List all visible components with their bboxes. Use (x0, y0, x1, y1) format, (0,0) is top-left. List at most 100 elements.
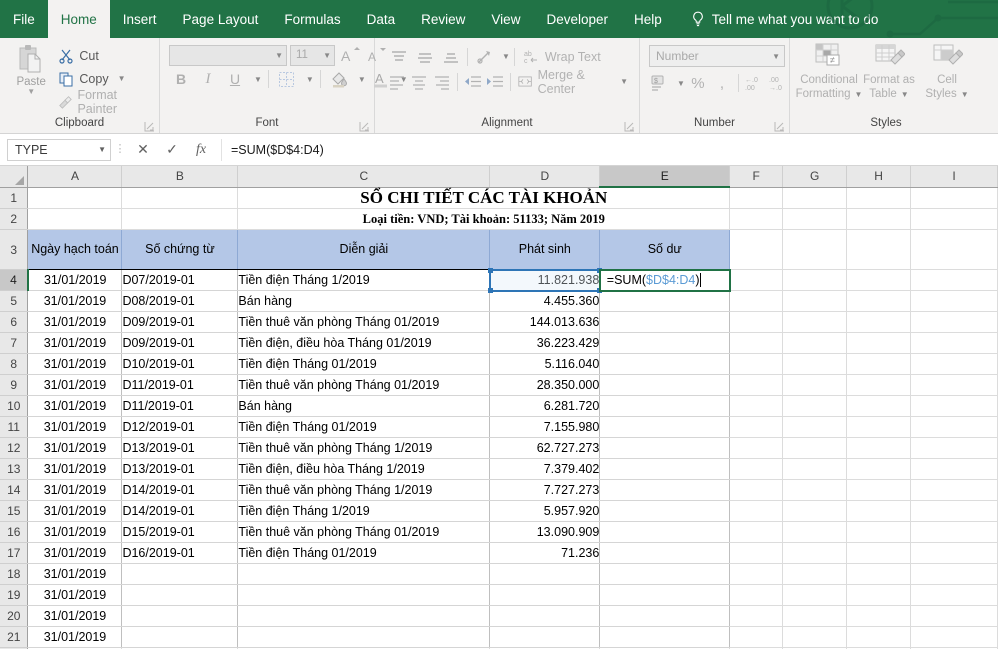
cell-B2[interactable] (122, 209, 238, 230)
cell-E9[interactable] (600, 375, 730, 396)
cell-C11[interactable]: Tiền điện Tháng 01/2019 (238, 417, 490, 438)
cell-D14[interactable]: 7.727.273 (490, 480, 600, 501)
cell-H15[interactable] (847, 501, 911, 522)
cell-H6[interactable] (847, 312, 911, 333)
cell-C18[interactable] (238, 564, 490, 585)
cell-F13[interactable] (730, 459, 783, 480)
column-header-c[interactable]: C (238, 166, 490, 187)
row-header-19[interactable]: 19 (0, 585, 28, 606)
cell-H5[interactable] (847, 291, 911, 312)
cell-E20[interactable] (600, 606, 730, 627)
number-dialog-launcher-icon[interactable] (774, 121, 785, 132)
cell-G15[interactable] (783, 501, 847, 522)
accounting-format-button[interactable]: $ (649, 71, 671, 95)
cell-I6[interactable] (911, 312, 998, 333)
cell-F6[interactable] (730, 312, 783, 333)
format-as-table-caret[interactable]: ▼ (901, 90, 909, 99)
cell-A17[interactable]: 31/01/2019 (28, 543, 122, 564)
cell-E8[interactable] (600, 354, 730, 375)
cell-B15[interactable]: D14/2019-01 (122, 501, 238, 522)
cell-B20[interactable] (122, 606, 238, 627)
cell-C8[interactable]: Tiền điện Tháng 01/2019 (238, 354, 490, 375)
cell-G19[interactable] (783, 585, 847, 606)
borders-caret[interactable]: ▼ (306, 75, 314, 84)
row-header-12[interactable]: 12 (0, 438, 28, 459)
cell-F18[interactable] (730, 564, 783, 585)
borders-button[interactable] (275, 68, 299, 90)
cell-C15[interactable]: Tiền điện Tháng 1/2019 (238, 501, 490, 522)
table-header-date[interactable]: Ngày hạch toán (28, 230, 122, 270)
format-as-table-button[interactable]: Format as Table▼ (861, 42, 917, 101)
cell-G13[interactable] (783, 459, 847, 480)
cell-F5[interactable] (730, 291, 783, 312)
align-center-button[interactable] (409, 70, 431, 93)
row-header-6[interactable]: 6 (0, 312, 28, 333)
cell-D8[interactable]: 5.116.040 (490, 354, 600, 375)
cell-A14[interactable]: 31/01/2019 (28, 480, 122, 501)
cell-I19[interactable] (911, 585, 998, 606)
cell-A19[interactable]: 31/01/2019 (28, 585, 122, 606)
cell-I2[interactable] (911, 209, 998, 230)
enter-formula-button[interactable]: ✓ (158, 138, 186, 162)
cell-D10[interactable]: 6.281.720 (490, 396, 600, 417)
cell-F17[interactable] (730, 543, 783, 564)
cell-F15[interactable] (730, 501, 783, 522)
cell-H1[interactable] (847, 187, 911, 209)
cell-D18[interactable] (490, 564, 600, 585)
cell-C6[interactable]: Tiền thuê văn phòng Tháng 01/2019 (238, 312, 490, 333)
cell-I14[interactable] (911, 480, 998, 501)
row-header-14[interactable]: 14 (0, 480, 28, 501)
cell-F9[interactable] (730, 375, 783, 396)
cell-G18[interactable] (783, 564, 847, 585)
ribbon-tab-help[interactable]: Help (621, 0, 675, 38)
cell-D13[interactable]: 7.379.402 (490, 459, 600, 480)
row-header-1[interactable]: 1 (0, 187, 28, 209)
number-format-caret[interactable]: ▼ (772, 52, 780, 61)
merge-center-caret[interactable]: ▼ (620, 77, 628, 86)
cell-F10[interactable] (730, 396, 783, 417)
font-size-input[interactable]: 11 ▼ (290, 45, 335, 66)
cell-C19[interactable] (238, 585, 490, 606)
cell-B7[interactable]: D09/2019-01 (122, 333, 238, 354)
cell-H13[interactable] (847, 459, 911, 480)
ribbon-tab-page-layout[interactable]: Page Layout (170, 0, 272, 38)
underline-button[interactable]: U (223, 68, 247, 90)
cell-E16[interactable] (600, 522, 730, 543)
insert-function-button[interactable]: fx (187, 138, 215, 162)
cell-F4[interactable] (730, 270, 783, 291)
cell-I17[interactable] (911, 543, 998, 564)
cell-E5[interactable] (600, 291, 730, 312)
cell-G12[interactable] (783, 438, 847, 459)
cell-H9[interactable] (847, 375, 911, 396)
cell-E19[interactable] (600, 585, 730, 606)
underline-caret[interactable]: ▼ (254, 75, 262, 84)
cell-I12[interactable] (911, 438, 998, 459)
bold-button[interactable]: B (169, 68, 193, 90)
cell-H18[interactable] (847, 564, 911, 585)
cell-H19[interactable] (847, 585, 911, 606)
cell-H14[interactable] (847, 480, 911, 501)
table-header-voucher[interactable]: Số chứng từ (122, 230, 238, 270)
cell-A2[interactable] (28, 209, 122, 230)
cell-A16[interactable]: 31/01/2019 (28, 522, 122, 543)
cell-G14[interactable] (783, 480, 847, 501)
cell-A6[interactable]: 31/01/2019 (28, 312, 122, 333)
cell-D6[interactable]: 144.013.636 (490, 312, 600, 333)
copy-dropdown-caret[interactable]: ▼ (118, 74, 126, 83)
cell-A1[interactable] (28, 187, 122, 209)
cell-I4[interactable] (911, 270, 998, 291)
column-header-f[interactable]: F (730, 166, 783, 187)
cell-D7[interactable]: 36.223.429 (490, 333, 600, 354)
table-header-amount[interactable]: Phát sinh (490, 230, 600, 270)
row-header-13[interactable]: 13 (0, 459, 28, 480)
row-header-10[interactable]: 10 (0, 396, 28, 417)
cell-E12[interactable] (600, 438, 730, 459)
cell-A15[interactable]: 31/01/2019 (28, 501, 122, 522)
row-header-4[interactable]: 4 (0, 270, 28, 291)
formula-input[interactable]: =SUM($D$4:D4) (221, 139, 992, 161)
cell-H17[interactable] (847, 543, 911, 564)
row-header-9[interactable]: 9 (0, 375, 28, 396)
orientation-button[interactable] (472, 45, 497, 68)
cell-H11[interactable] (847, 417, 911, 438)
cell-styles-caret[interactable]: ▼ (961, 90, 969, 99)
